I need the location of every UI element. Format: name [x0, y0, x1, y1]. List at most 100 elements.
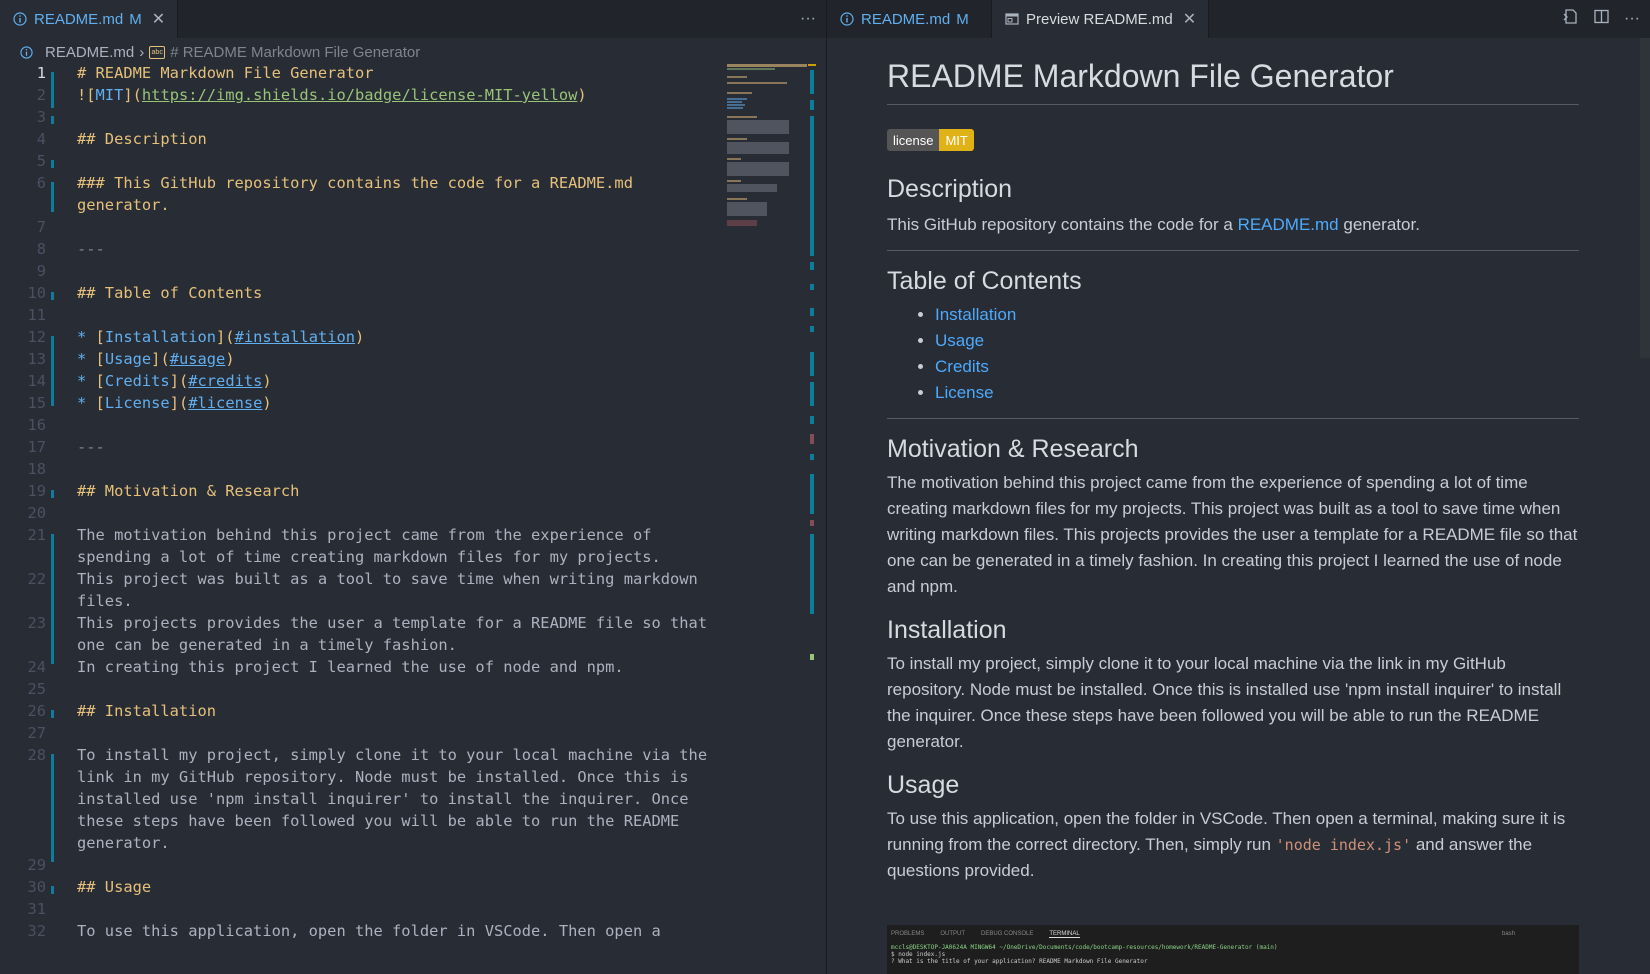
toc-link-usage[interactable]: Usage	[935, 331, 984, 350]
code-line: ## Table of Contents	[77, 284, 263, 302]
code-line: To install my project, simply clone it t…	[77, 746, 708, 764]
git-change-bar	[51, 886, 54, 894]
line-number: 11	[27, 306, 46, 324]
section-heading-usage: Usage	[887, 771, 960, 799]
line-number: 9	[36, 262, 46, 280]
minimap[interactable]	[727, 64, 807, 244]
code-line: This project was built as a tool to save…	[77, 570, 698, 588]
preview-scrollbar[interactable]	[1640, 38, 1650, 358]
preview-tab-bar: README.md M Preview README.md ✕ ···	[827, 0, 1650, 38]
code-editor[interactable]: 1 2 3 4 5 6 7 8 9 10 11 12 13 14 15 16 17 18 19 20 21 22 23 24 2…	[0, 64, 808, 974]
list-item: Installation	[935, 302, 1579, 328]
line-number: 10	[27, 284, 46, 302]
line-number: 3	[36, 108, 46, 126]
git-change-bar	[51, 116, 54, 124]
line-number: 19	[27, 482, 46, 500]
divider	[887, 250, 1579, 251]
git-change-bar	[51, 754, 54, 862]
code-line: ---	[77, 240, 105, 258]
code-line: # README Markdown File Generator	[77, 64, 374, 82]
line-number: 29	[27, 856, 46, 874]
symbol-icon: abc	[149, 45, 166, 59]
open-source-icon[interactable]	[1562, 8, 1579, 30]
breadcrumb: README.md › abc # README Markdown File G…	[0, 38, 826, 66]
line-number: 2	[36, 86, 46, 104]
git-change-bar	[51, 490, 54, 498]
list-item: License	[935, 380, 1579, 406]
terminal-tabs: PROBLEMS OUTPUT DEBUG CONSOLE TERMINAL b…	[887, 925, 1579, 944]
line-number: 30	[27, 878, 46, 896]
git-change-bar	[51, 710, 54, 718]
terminal-tab: TERMINAL	[1049, 931, 1080, 938]
git-change-bar	[51, 182, 54, 212]
code-line: these steps have been followed you will …	[77, 812, 680, 830]
line-number: 27	[27, 724, 46, 742]
line-number: 14	[27, 372, 46, 390]
code-line: ---	[77, 438, 105, 456]
line-number: 6	[36, 174, 46, 192]
line-number: 28	[27, 746, 46, 764]
code-line: link in my GitHub repository. Node must …	[77, 768, 689, 786]
license-badge[interactable]: license MIT	[887, 129, 974, 151]
close-icon[interactable]: ✕	[152, 9, 165, 29]
modified-indicator: M	[956, 10, 969, 28]
usage-text: To use this application, open the folder…	[887, 809, 1566, 880]
editor-scrollbar[interactable]	[808, 64, 816, 974]
toc-link-credits[interactable]: Credits	[935, 357, 989, 376]
line-number: 23	[27, 614, 46, 632]
readme-link[interactable]: README.md	[1238, 215, 1339, 234]
code-line: files.	[77, 592, 133, 610]
line-number: 12	[27, 328, 46, 346]
split-editor-icon[interactable]	[1593, 8, 1610, 30]
git-change-bar	[51, 292, 54, 300]
git-change-bar	[51, 336, 54, 406]
code-line: The motivation behind this project came …	[77, 526, 652, 544]
tab-readme-editor[interactable]: README.md M ✕	[0, 0, 179, 38]
code-line: ## Usage	[77, 878, 152, 896]
line-number: 31	[27, 900, 46, 918]
info-icon	[12, 11, 28, 27]
preview-pane: README.md M Preview README.md ✕ ··· READ…	[827, 0, 1650, 974]
code-line: ![MIT](https://img.shields.io/badge/lice…	[77, 86, 587, 104]
line-number: 16	[27, 416, 46, 434]
toc-list: Installation Usage Credits License	[887, 302, 1579, 406]
info-icon	[18, 44, 34, 60]
terminal-prompt: mccls@DESKTOP-JA0624A MINGW64 ~/OneDrive…	[891, 944, 1278, 951]
close-icon[interactable]: ✕	[1183, 9, 1196, 29]
code-line: * [License](#license)	[77, 394, 272, 412]
list-item: Usage	[935, 328, 1579, 354]
motivation-text: The motivation behind this project came …	[887, 473, 1578, 596]
code-line: ## Motivation & Research	[77, 482, 300, 500]
toc-link-installation[interactable]: Installation	[935, 305, 1016, 324]
code-line: one can be generated in a timely fashion…	[77, 636, 457, 654]
breadcrumb-symbol[interactable]: # README Markdown File Generator	[170, 44, 420, 61]
line-number: 1	[36, 64, 46, 82]
line-number: 17	[27, 438, 46, 456]
tab-preview-readme[interactable]: Preview README.md ✕	[992, 0, 1210, 38]
line-number: 4	[36, 130, 46, 148]
badge-label: license	[887, 129, 940, 151]
git-change-bar	[51, 534, 54, 664]
section-heading-description: Description	[887, 175, 1013, 203]
chevron-right-icon: ›	[139, 43, 145, 61]
more-actions-icon[interactable]: ···	[800, 10, 816, 28]
breadcrumb-file[interactable]: README.md	[45, 44, 134, 61]
markdown-preview: README Markdown File Generator license M…	[887, 38, 1579, 884]
line-number: 7	[36, 218, 46, 236]
section-heading-toc: Table of Contents	[887, 267, 1082, 295]
code-line: ## Installation	[77, 702, 216, 720]
toc-link-license[interactable]: License	[935, 383, 994, 402]
more-actions-icon[interactable]: ···	[1624, 10, 1640, 28]
line-number: 15	[27, 394, 46, 412]
code-line: * [Installation](#installation)	[77, 328, 365, 346]
terminal-tab: OUTPUT	[940, 931, 966, 937]
code-line: To use this application, open the folder…	[77, 922, 661, 940]
info-icon	[839, 11, 855, 27]
installation-text: To install my project, simply clone it t…	[887, 654, 1562, 751]
code-line: ### This GitHub repository contains the …	[77, 174, 633, 192]
badge-value: MIT	[939, 129, 974, 151]
line-number: 22	[27, 570, 46, 588]
terminal-tab: DEBUG CONSOLE	[981, 931, 1034, 937]
tab-readme-second[interactable]: README.md M	[827, 0, 992, 38]
tab-label: README.md	[861, 10, 951, 28]
